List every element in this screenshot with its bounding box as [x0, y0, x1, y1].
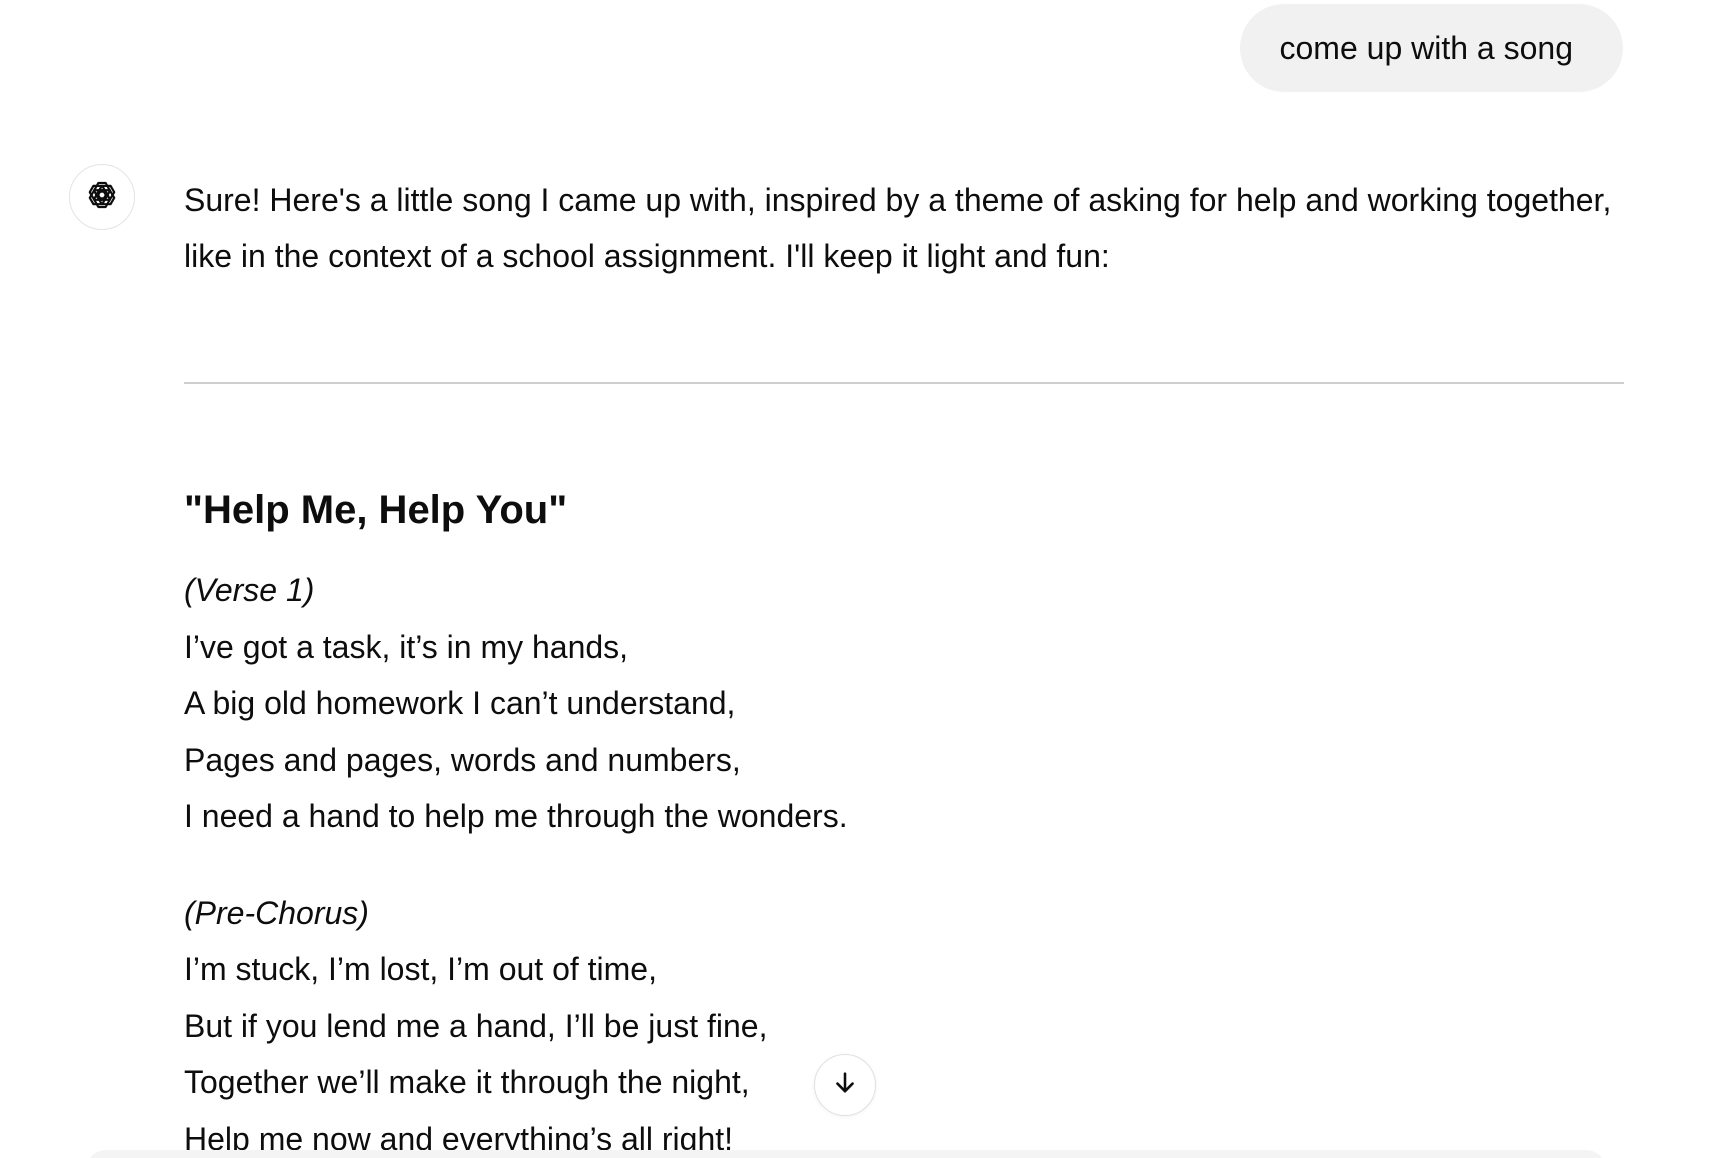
lyric-line: I need a hand to help me through the won… — [184, 798, 848, 834]
pre-chorus-label: (Pre-Chorus) — [184, 894, 369, 931]
arrow-down-icon — [831, 1069, 859, 1102]
scroll-to-bottom-button[interactable] — [814, 1054, 876, 1116]
lyric-line: A big old homework I can’t understand, — [184, 685, 736, 721]
message-composer[interactable] — [86, 1150, 1606, 1158]
chat-page: come up with a song Sure! Here's a littl… — [0, 0, 1718, 1158]
assistant-avatar — [69, 164, 135, 230]
lyric-line: But if you lend me a hand, I’ll be just … — [184, 1007, 768, 1044]
song-lyrics: (Verse 1) I’ve got a task, it’s in my ha… — [184, 562, 1384, 1158]
assistant-message: Sure! Here's a little song I came up wit… — [184, 172, 1624, 284]
assistant-intro-text: Sure! Here's a little song I came up wit… — [184, 182, 1612, 274]
verse-1-label: (Verse 1) — [184, 572, 315, 608]
song-title: "Help Me, Help You" — [184, 488, 568, 532]
user-message-text: come up with a song — [1279, 29, 1574, 66]
lyric-line: Pages and pages, words and numbers, — [184, 741, 741, 778]
stanza-gap — [184, 845, 1384, 885]
lyric-line: I’m stuck, I’m lost, I’m out of time, — [184, 951, 657, 987]
lyric-line: Together we’ll make it through the night… — [184, 1064, 750, 1100]
user-message-bubble: come up with a song — [1239, 4, 1623, 92]
openai-logo-icon — [82, 175, 122, 220]
horizontal-divider — [184, 382, 1624, 384]
lyric-line: I’ve got a task, it’s in my hands, — [184, 628, 629, 665]
